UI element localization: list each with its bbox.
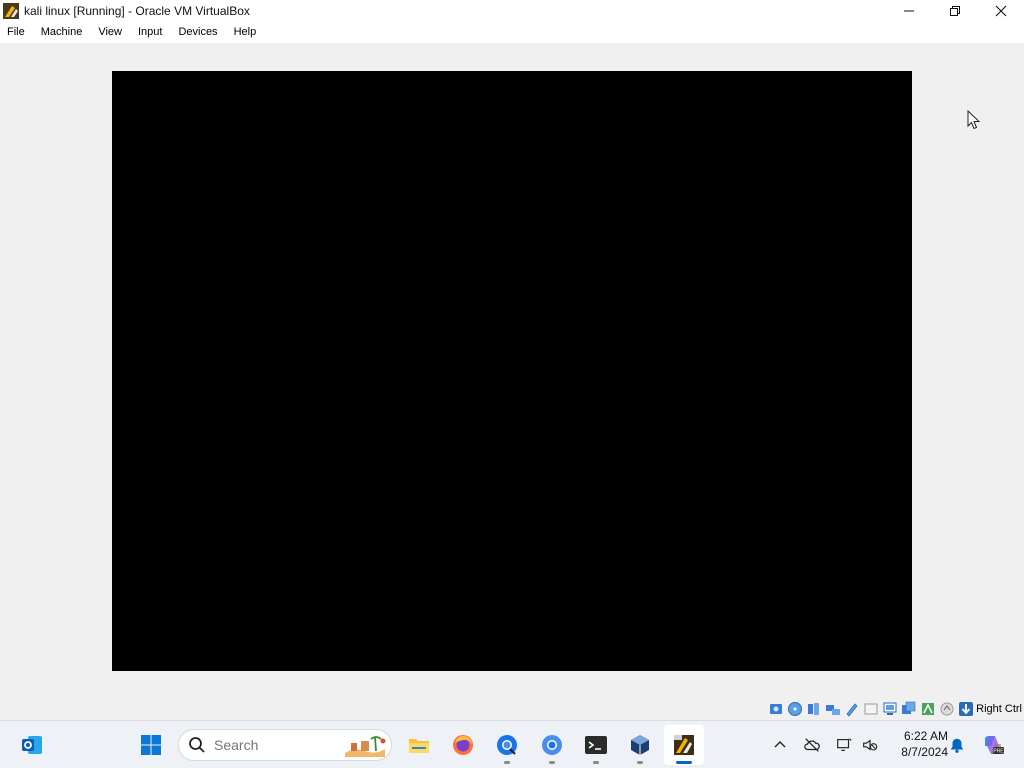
chrome-icon [542, 735, 562, 755]
taskbar-clock[interactable]: 6:22 AM 8/7/2024 [888, 728, 948, 760]
active-indicator [676, 761, 692, 764]
taskbar-outlook[interactable] [12, 725, 52, 765]
taskbar-chrome[interactable] [532, 725, 572, 765]
search-input[interactable] [214, 737, 334, 753]
optical-drive-icon[interactable] [787, 701, 803, 717]
shared-folders-icon[interactable] [863, 701, 879, 717]
start-button[interactable] [131, 725, 171, 765]
recording-icon[interactable] [901, 701, 917, 717]
kali-vm-icon [674, 735, 694, 755]
display-icon[interactable] [882, 701, 898, 717]
close-icon [995, 5, 1007, 17]
clock-time: 6:22 AM [903, 729, 948, 743]
onedrive-tray[interactable] [800, 721, 824, 768]
show-hidden-icons-button[interactable] [770, 721, 790, 768]
vm-screen[interactable] [112, 71, 912, 671]
host-key-label: Right Ctrl [976, 703, 1022, 715]
virtualbox-app-icon [3, 3, 19, 19]
bell-icon [950, 738, 964, 753]
search-icon [189, 737, 205, 753]
taskbar-firefox[interactable] [443, 725, 483, 765]
menu-file[interactable]: File [0, 22, 33, 43]
cpu-icon[interactable] [920, 701, 936, 717]
close-button[interactable] [978, 0, 1024, 22]
mouse-cursor-icon [967, 110, 981, 130]
network-status-icon [837, 738, 852, 751]
taskbar-virtualbox[interactable] [620, 725, 660, 765]
firefox-icon [453, 735, 473, 755]
menu-devices[interactable]: Devices [170, 22, 225, 43]
clock-date: 8/7/2024 [901, 745, 948, 759]
window-title: kali linux [Running] - Oracle VM Virtual… [24, 4, 250, 18]
volume-tray[interactable] [858, 721, 882, 768]
chrome-beta-icon [497, 735, 517, 755]
menu-bar: File Machine View Input Devices Help [0, 22, 1024, 43]
taskbar-terminal[interactable] [576, 725, 616, 765]
restore-icon [950, 6, 960, 16]
running-indicator [593, 761, 599, 764]
taskbar-chrome-beta[interactable] [487, 725, 527, 765]
notification-button[interactable] [946, 721, 968, 768]
start-icon [141, 735, 161, 755]
volume-muted-icon [863, 739, 878, 751]
host-key-arrow-icon[interactable] [958, 701, 974, 717]
restore-button[interactable] [932, 0, 978, 22]
audio-icon[interactable] [806, 701, 822, 717]
taskbar-search-box[interactable] [178, 729, 392, 761]
menu-view[interactable]: View [90, 22, 130, 43]
running-indicator [637, 761, 643, 764]
running-indicator [549, 761, 555, 764]
mouse-integration-icon[interactable] [939, 701, 955, 717]
svg-text:PRE: PRE [993, 749, 1004, 755]
vm-display-area[interactable] [0, 43, 1024, 698]
title-bar[interactable]: kali linux [Running] - Oracle VM Virtual… [0, 0, 1024, 22]
file-explorer-icon [409, 739, 429, 753]
copilot-button[interactable]: PRE [978, 721, 1008, 768]
usb-icon[interactable] [844, 701, 860, 717]
chevron-up-icon [774, 741, 786, 748]
minimize-button[interactable] [886, 0, 932, 22]
terminal-icon [585, 736, 607, 754]
copilot-icon: PRE [985, 736, 1004, 755]
menu-input[interactable]: Input [130, 22, 170, 43]
running-indicator [504, 761, 510, 764]
outlook-icon [22, 736, 42, 754]
vm-status-bar: Right Ctrl [0, 698, 1024, 720]
minimize-icon [904, 10, 914, 12]
hard-disk-icon[interactable] [768, 701, 784, 717]
search-highlight-icon [345, 736, 386, 757]
virtualbox-icon [631, 735, 649, 755]
taskbar-file-explorer[interactable] [399, 725, 439, 765]
cloud-off-icon [804, 738, 820, 752]
taskbar-kali-vm[interactable] [664, 725, 704, 765]
network-icon[interactable] [825, 701, 841, 717]
menu-help[interactable]: Help [226, 22, 265, 43]
network-tray[interactable] [832, 721, 856, 768]
menu-machine[interactable]: Machine [33, 22, 91, 43]
taskbar: 6:22 AM 8/7/2024 PRE [0, 720, 1024, 768]
